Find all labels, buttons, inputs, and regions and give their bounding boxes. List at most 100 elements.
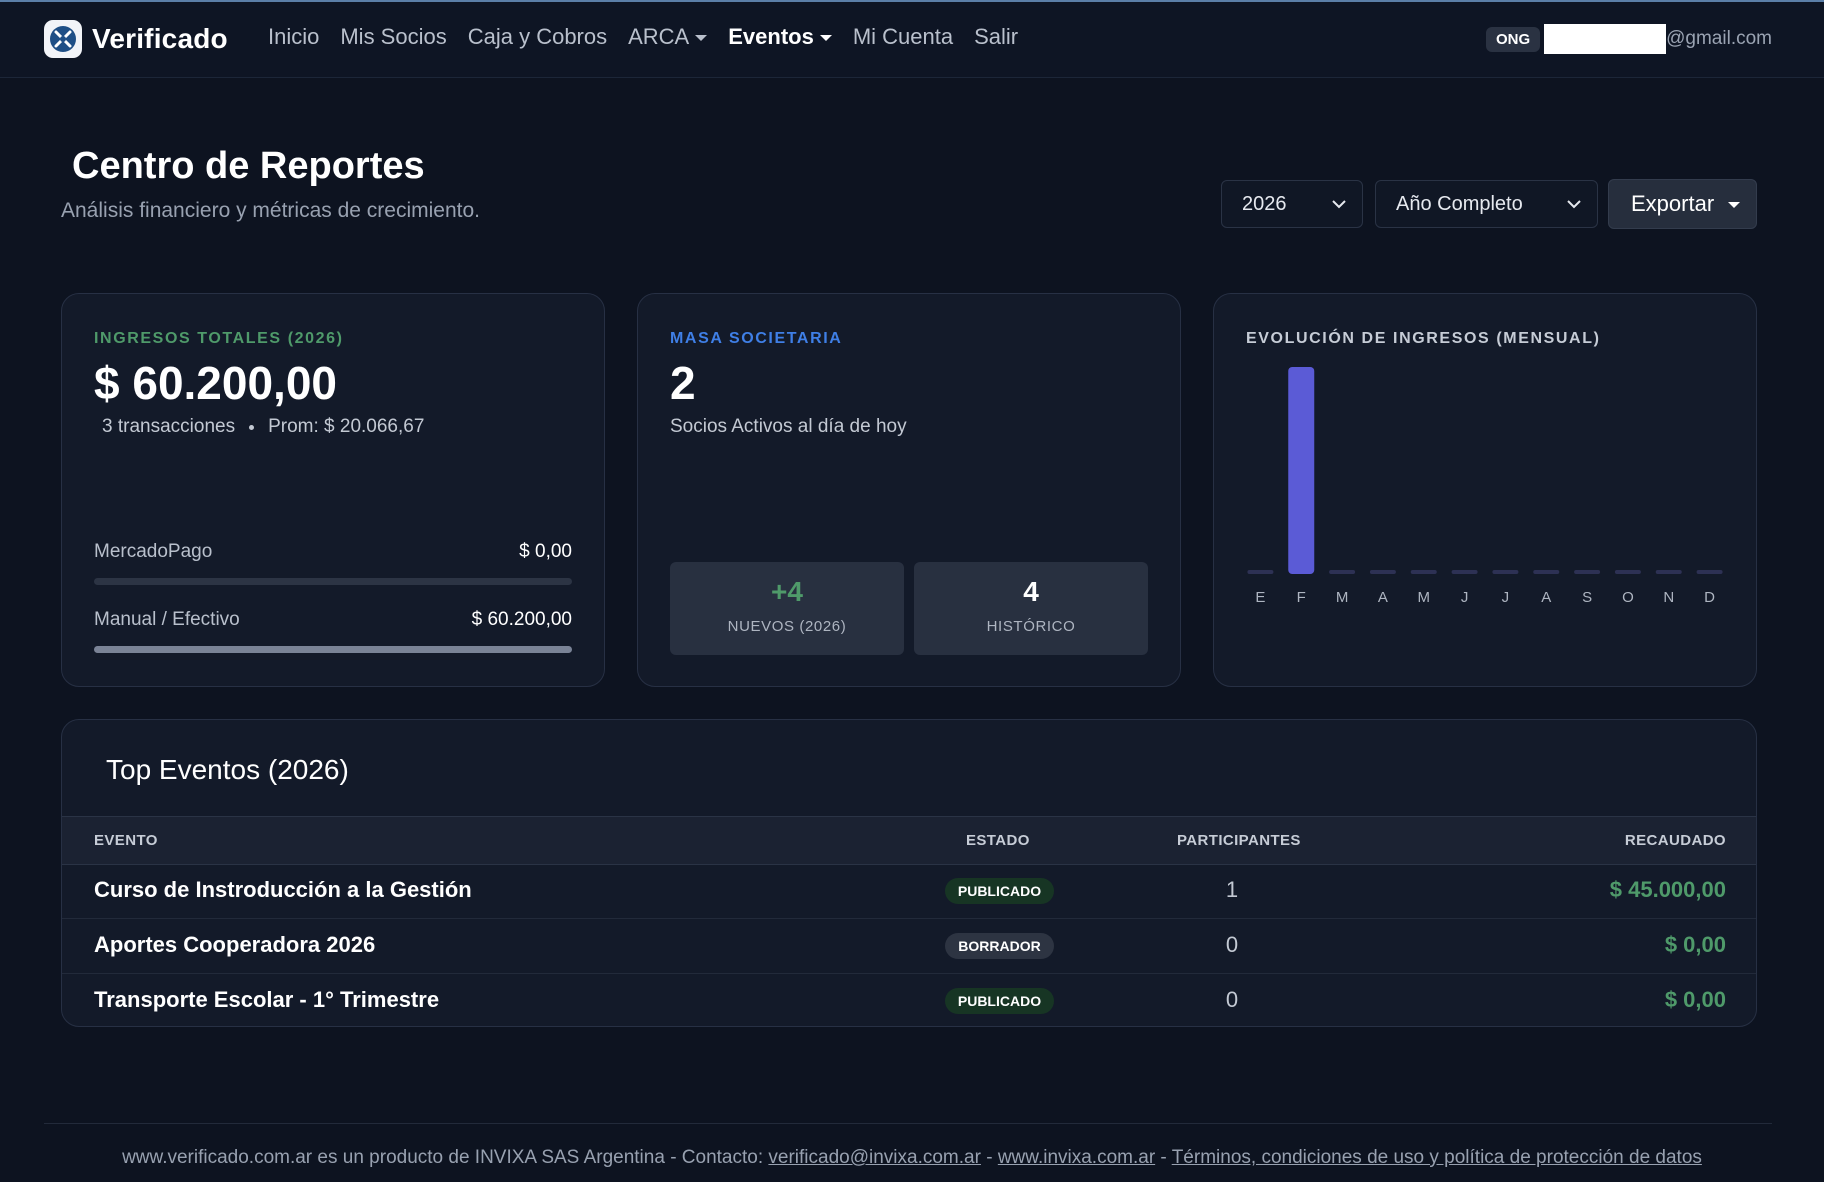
monthly-income-chart: EFMAMJJASOND (1247, 367, 1723, 606)
chevron-down-icon (1332, 200, 1346, 209)
event-name: Transporte Escolar - 1° Trimestre (94, 987, 440, 1012)
income-summary: 3 transacciones Prom: $ 20.066,67 (102, 416, 424, 438)
method-row-manual: Manual / Efectivo $ 60.200,00 (94, 609, 572, 631)
new-members-stat: +4 NUEVOS (2026) (670, 562, 904, 655)
members-card-label: MASA SOCIETARIA (670, 330, 843, 347)
chart-month-label: M (1418, 589, 1431, 606)
historic-members-label: HISTÓRICO (986, 618, 1076, 635)
method-name: MercadoPago (94, 541, 213, 562)
event-name: Curso de Instroducción a la Gestión (94, 877, 472, 902)
chart-month-label: E (1255, 589, 1265, 606)
chart-month-label: O (1622, 589, 1634, 606)
caret-down-icon (695, 35, 708, 41)
chart-bar (1696, 570, 1723, 574)
method-progress-mercadopago (94, 578, 572, 585)
nav-link-caja-cobros[interactable]: Caja y Cobros (468, 24, 607, 50)
nav-dropdown-arca-label: ARCA (628, 24, 690, 49)
footer: www.verificado.com.ar es un producto de … (0, 1147, 1824, 1169)
org-type-badge: ONG (1485, 26, 1541, 52)
event-name: Aportes Cooperadora 2026 (94, 932, 376, 957)
brand-name: Verificado (92, 23, 228, 54)
income-card: INGRESOS TOTALES (2026) $ 60.200,00 3 tr… (61, 293, 605, 687)
nav-link-inicio[interactable]: Inicio (268, 24, 319, 50)
chart-month-label: A (1541, 589, 1551, 606)
column-header-participantes: PARTICIPANTES (1177, 832, 1301, 849)
export-button[interactable]: Exportar (1608, 179, 1757, 229)
period-select[interactable]: Año Completo (1375, 180, 1598, 228)
period-select-value: Año Completo (1396, 192, 1523, 215)
chart-month-label: S (1582, 589, 1592, 606)
chart-month-label: M (1336, 589, 1349, 606)
historic-members-value: 4 (1023, 576, 1039, 607)
chart-bar (1533, 570, 1560, 574)
table-row[interactable]: Aportes Cooperadora 2026 BORRADOR 0 $ 0,… (62, 918, 1756, 974)
top-events-card: Top Eventos (2026) EVENTO ESTADO PARTICI… (61, 719, 1757, 1027)
average-amount: Prom: $ 20.066,67 (268, 416, 425, 437)
column-header-recaudado: RECAUDADO (1624, 832, 1726, 849)
monthly-income-chart-card: EVOLUCIÓN DE INGRESOS (MENSUAL) EFMAMJJA… (1213, 293, 1757, 687)
nav-dropdown-eventos[interactable]: Eventos (728, 24, 832, 50)
caret-down-icon (819, 35, 832, 41)
separator-dot (249, 424, 255, 430)
export-button-label: Exportar (1631, 191, 1715, 216)
participants-count: 0 (1225, 987, 1239, 1012)
collected-amount: $ 0,00 (1664, 932, 1726, 957)
chart-month-label: D (1704, 589, 1715, 606)
page-title: Centro de Reportes (72, 145, 425, 187)
verificado-logo-icon (44, 20, 82, 58)
top-events-title: Top Eventos (2026) (106, 754, 349, 785)
nav-link-mis-socios[interactable]: Mis Socios (340, 24, 446, 50)
method-amount: $ 0,00 (519, 541, 572, 562)
caret-down-icon (1728, 202, 1741, 208)
chart-month-label: A (1378, 589, 1388, 606)
footer-separator: - (1155, 1147, 1172, 1168)
new-members-label: NUEVOS (2026) (727, 618, 847, 635)
chart-bar (1492, 570, 1519, 574)
chart-month-label: F (1297, 589, 1306, 606)
status-badge: BORRADOR (945, 933, 1054, 959)
footer-separator: - (980, 1147, 998, 1168)
footer-contact-email-link[interactable]: verificado@invixa.com.ar (768, 1147, 981, 1168)
progress-fill (94, 646, 572, 653)
brand[interactable]: Verificado (44, 20, 228, 58)
chart-bar (1288, 367, 1315, 574)
chart-bar (1329, 570, 1356, 574)
income-total: $ 60.200,00 (94, 357, 338, 409)
chart-bar (1410, 570, 1437, 574)
status-badge: PUBLICADO (945, 988, 1054, 1014)
chevron-down-icon (1567, 200, 1581, 209)
method-progress-manual (94, 646, 572, 653)
chart-bar (1614, 570, 1641, 574)
new-members-value: +4 (771, 576, 803, 607)
navbar: Verificado Inicio Mis Socios Caja y Cobr… (0, 2, 1824, 78)
footer-site-link[interactable]: www.invixa.com.ar (998, 1147, 1155, 1168)
year-select-value: 2026 (1242, 192, 1287, 215)
chart-month-label: J (1461, 589, 1469, 606)
participants-count: 0 (1225, 932, 1239, 957)
footer-text: www.verificado.com.ar es un producto de … (122, 1147, 769, 1168)
chart-bar (1369, 570, 1396, 574)
table-header: EVENTO ESTADO PARTICIPANTES RECAUDADO (62, 816, 1756, 865)
chart-bar (1247, 570, 1274, 574)
footer-terms-link[interactable]: Términos, condiciones de uso y política … (1172, 1147, 1702, 1168)
nav-dropdown-eventos-label: Eventos (728, 24, 814, 49)
chart-bar (1451, 570, 1478, 574)
year-select[interactable]: 2026 (1221, 180, 1363, 228)
nav-link-salir[interactable]: Salir (974, 24, 1018, 50)
collected-amount: $ 45.000,00 (1609, 877, 1726, 902)
column-header-evento: EVENTO (94, 832, 158, 849)
table-row[interactable]: Curso de Instroducción a la Gestión PUBL… (62, 863, 1756, 919)
historic-members-stat: 4 HISTÓRICO (914, 562, 1148, 655)
table-row[interactable]: Transporte Escolar - 1° Trimestre PUBLIC… (62, 973, 1756, 1026)
income-card-label: INGRESOS TOTALES (2026) (94, 330, 344, 347)
nav-dropdown-arca[interactable]: ARCA (628, 24, 708, 50)
active-members-description: Socios Activos al día de hoy (670, 416, 907, 437)
email-redaction (1544, 24, 1667, 54)
nav-links: Inicio Mis Socios Caja y Cobros ARCA Eve… (268, 24, 1039, 50)
method-amount: $ 60.200,00 (471, 609, 572, 630)
user-email-suffix: @gmail.com (1666, 28, 1772, 49)
user-info: ONG @gmail.com (1485, 24, 1772, 54)
footer-divider (44, 1123, 1772, 1124)
nav-link-mi-cuenta[interactable]: Mi Cuenta (853, 24, 953, 50)
method-name: Manual / Efectivo (94, 609, 240, 630)
